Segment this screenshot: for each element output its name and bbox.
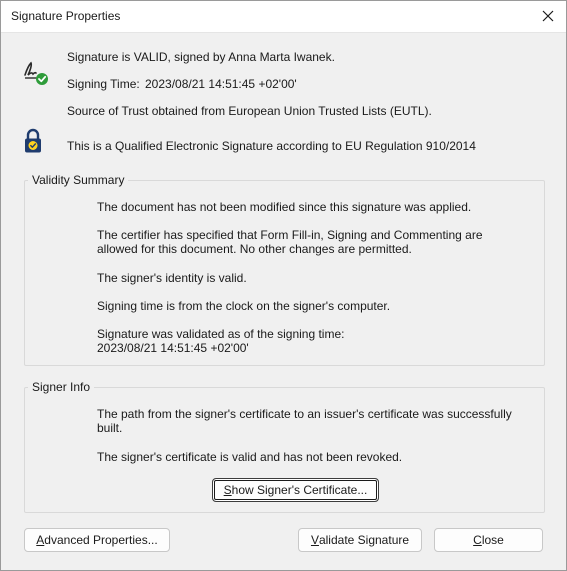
- validate-signature-button[interactable]: Validate Signature: [298, 528, 422, 552]
- qualified-lock-icon: [23, 128, 43, 157]
- close-button[interactable]: Close: [434, 528, 543, 552]
- window-title: Signature Properties: [11, 9, 121, 23]
- title-bar: Signature Properties: [1, 1, 566, 33]
- advanced-properties-button[interactable]: Advanced Properties...: [24, 528, 170, 552]
- signature-valid-text: Signature is VALID, signed by Anna Marta…: [67, 50, 335, 64]
- signer-item-path-built: The path from the signer's certificate t…: [97, 407, 512, 435]
- signer-item-cert-valid: The signer's certificate is valid and ha…: [97, 450, 403, 464]
- validity-item-not-modified: The document has not been modified since…: [97, 200, 472, 214]
- advanced-label: dvanced Properties...: [44, 533, 158, 547]
- validity-item-identity: The signer's identity is valid.: [97, 271, 247, 285]
- signing-time-label: Signing Time:: [67, 77, 140, 91]
- validity-item-certifier: The certifier has specified that Form Fi…: [97, 228, 483, 256]
- show-cert-label: how Signer's Certificate...: [231, 483, 368, 497]
- signature-valid-icon: [23, 59, 51, 90]
- signing-time-value: 2023/08/21 14:51:45 +02'00': [145, 77, 297, 91]
- signer-info-legend: Signer Info: [32, 380, 91, 394]
- validate-mnemonic: V: [310, 533, 319, 547]
- validate-label: alidate Signature: [318, 533, 410, 547]
- signature-properties-dialog: Signature Properties Signature is VALID,…: [0, 0, 567, 571]
- validity-item-validated-as-of: Signature was validated as of the signin…: [97, 327, 345, 355]
- close-mnemonic: C: [473, 533, 482, 547]
- validity-item-signing-clock: Signing time is from the clock on the si…: [97, 299, 391, 313]
- show-cert-mnemonic: S: [223, 483, 232, 497]
- advanced-mnemonic: A: [36, 533, 45, 547]
- close-label: lose: [481, 533, 504, 547]
- close-icon[interactable]: [534, 3, 562, 29]
- validity-summary-legend: Validity Summary: [32, 173, 125, 187]
- qualified-signature-text: This is a Qualified Electronic Signature…: [67, 139, 476, 153]
- show-signer-certificate-button[interactable]: Show Signer's Certificate...: [212, 478, 379, 502]
- trust-source-text: Source of Trust obtained from European U…: [67, 104, 432, 118]
